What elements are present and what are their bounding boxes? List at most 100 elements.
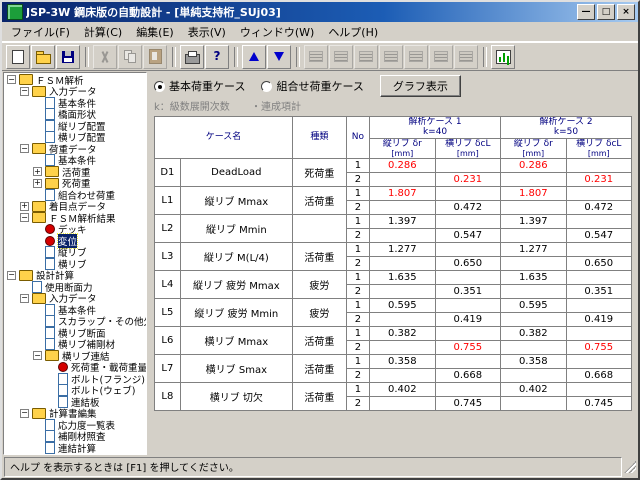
tree-expander-icon[interactable]: − xyxy=(20,87,29,96)
document-icon xyxy=(45,120,55,132)
tree-expander-icon[interactable]: − xyxy=(20,213,29,222)
value-cell: 0.286 xyxy=(501,159,566,173)
mini-6-icon xyxy=(434,51,448,62)
value-cell: 1.277 xyxy=(370,243,435,257)
value-cell xyxy=(435,159,500,173)
case-id-cell: D1 xyxy=(155,159,181,187)
toolbar-move-down-button[interactable] xyxy=(267,45,291,69)
toolbar-print-button[interactable] xyxy=(180,45,204,69)
document-icon xyxy=(45,327,55,339)
value-cell xyxy=(501,313,566,327)
value-cell: 0.650 xyxy=(566,257,632,271)
status-bar: ヘルプ を表示するときは [F1] を押してください。 xyxy=(2,456,638,478)
toolbar-new-button[interactable] xyxy=(6,45,30,69)
value-cell xyxy=(370,313,435,327)
basic-case-radio[interactable]: 基本荷重ケース xyxy=(154,78,245,94)
document-icon xyxy=(45,108,55,120)
tree-item[interactable]: 横リブ xyxy=(4,258,146,270)
resize-grip[interactable] xyxy=(624,461,636,473)
unit-label: [mm] xyxy=(503,149,563,158)
folder-icon xyxy=(19,74,33,85)
menu-item-window[interactable]: ウィンドウ(W) xyxy=(233,22,321,42)
toolbar-help-button[interactable] xyxy=(205,45,229,69)
tree-expander-icon[interactable]: − xyxy=(33,351,42,360)
menu-item-view[interactable]: 表示(V) xyxy=(181,22,233,42)
tree-expander-icon[interactable]: − xyxy=(20,294,29,303)
menu-item-edit[interactable]: 編集(E) xyxy=(129,22,181,42)
folder-icon xyxy=(45,178,59,189)
window-title: JSP-3W 鋼床版の自動設計 - [単純支持桁_SUj03] xyxy=(26,4,577,20)
toolbar-paste-button xyxy=(143,45,167,69)
table-row: L4縦リブ 疲労 Mmax疲労11.6351.635 xyxy=(155,271,632,285)
tree-expander-icon[interactable]: + xyxy=(33,179,42,188)
save-icon xyxy=(62,51,74,63)
long-rib-label: 縦リブ δr xyxy=(503,139,563,149)
result-graph-icon xyxy=(496,50,511,64)
value-cell xyxy=(370,285,435,299)
value-cell: 0.755 xyxy=(566,341,632,355)
value-cell xyxy=(566,215,632,229)
value-cell: 0.547 xyxy=(566,229,632,243)
menu-item-file[interactable]: ファイル(F) xyxy=(4,22,77,42)
no-cell: 1 xyxy=(346,271,369,285)
table-row: L2縦リブ Mmin11.3971.397 xyxy=(155,215,632,229)
value-cell xyxy=(566,271,632,285)
no-cell: 2 xyxy=(346,369,369,383)
toolbar-result-graph-button[interactable] xyxy=(491,45,515,69)
document-icon xyxy=(45,338,55,350)
menu-bar: ファイル(F)計算(C)編集(E)表示(V)ウィンドウ(W)ヘルプ(H) xyxy=(2,22,638,42)
toolbar-separator xyxy=(172,47,176,67)
tree-item-label: 連結計算 xyxy=(58,441,96,455)
tree-expander-icon[interactable]: + xyxy=(33,167,42,176)
minimize-button[interactable]: — xyxy=(577,4,595,20)
value-cell xyxy=(435,243,500,257)
value-cell: 0.231 xyxy=(435,173,500,187)
value-cell: 0.668 xyxy=(435,369,500,383)
tree-expander-icon[interactable]: + xyxy=(20,202,29,211)
move-up-icon xyxy=(249,52,259,61)
value-cell: 0.419 xyxy=(566,313,632,327)
type-cell: 疲労 xyxy=(292,299,346,327)
tree-expander-icon[interactable]: − xyxy=(20,409,29,418)
table-row: L1縦リブ Mmax活荷重11.8071.807 xyxy=(155,187,632,201)
menu-item-help[interactable]: ヘルプ(H) xyxy=(321,22,385,42)
folder-icon xyxy=(32,143,46,154)
tree-expander-icon[interactable]: − xyxy=(7,75,16,84)
close-button[interactable]: × xyxy=(617,4,635,20)
case-type-row: 基本荷重ケース 組合せ荷重ケース グラフ表示 xyxy=(154,76,632,96)
document-icon xyxy=(45,419,55,431)
value-cell xyxy=(501,201,566,215)
open-icon xyxy=(36,54,51,64)
graph-display-button[interactable]: グラフ表示 xyxy=(380,75,461,97)
value-cell xyxy=(566,355,632,369)
value-cell: 0.351 xyxy=(566,285,632,299)
paste-icon xyxy=(149,49,162,64)
case-name-cell: 縦リブ Mmax xyxy=(180,187,292,215)
value-cell: 0.745 xyxy=(566,397,632,411)
coupling-note: ・連成項計 xyxy=(251,102,301,113)
toolbar-save-button[interactable] xyxy=(56,45,80,69)
toolbar-open-button[interactable] xyxy=(31,45,55,69)
value-cell: 0.382 xyxy=(501,327,566,341)
value-cell: 0.668 xyxy=(566,369,632,383)
type-cell xyxy=(292,215,346,243)
value-cell xyxy=(370,257,435,271)
folder-icon xyxy=(19,270,33,281)
tree-item[interactable]: 連結計算 xyxy=(4,442,146,454)
value-cell: 0.745 xyxy=(435,397,500,411)
value-cell xyxy=(566,383,632,397)
toolbar-move-up-button[interactable] xyxy=(242,45,266,69)
tree-expander-icon[interactable]: − xyxy=(7,271,16,280)
maximize-button[interactable]: □ xyxy=(597,4,615,20)
value-cell: 0.402 xyxy=(501,383,566,397)
no-cell: 1 xyxy=(346,159,369,173)
document-icon xyxy=(58,373,68,385)
menu-item-calc[interactable]: 計算(C) xyxy=(77,22,129,42)
window-controls: —□× xyxy=(577,4,635,20)
no-cell: 1 xyxy=(346,383,369,397)
value-cell xyxy=(370,201,435,215)
basic-case-radio-label: 基本荷重ケース xyxy=(169,78,245,94)
combined-case-radio[interactable]: 組合せ荷重ケース xyxy=(261,78,363,94)
tree-expander-icon[interactable]: − xyxy=(20,144,29,153)
type-cell: 活荷重 xyxy=(292,187,346,215)
